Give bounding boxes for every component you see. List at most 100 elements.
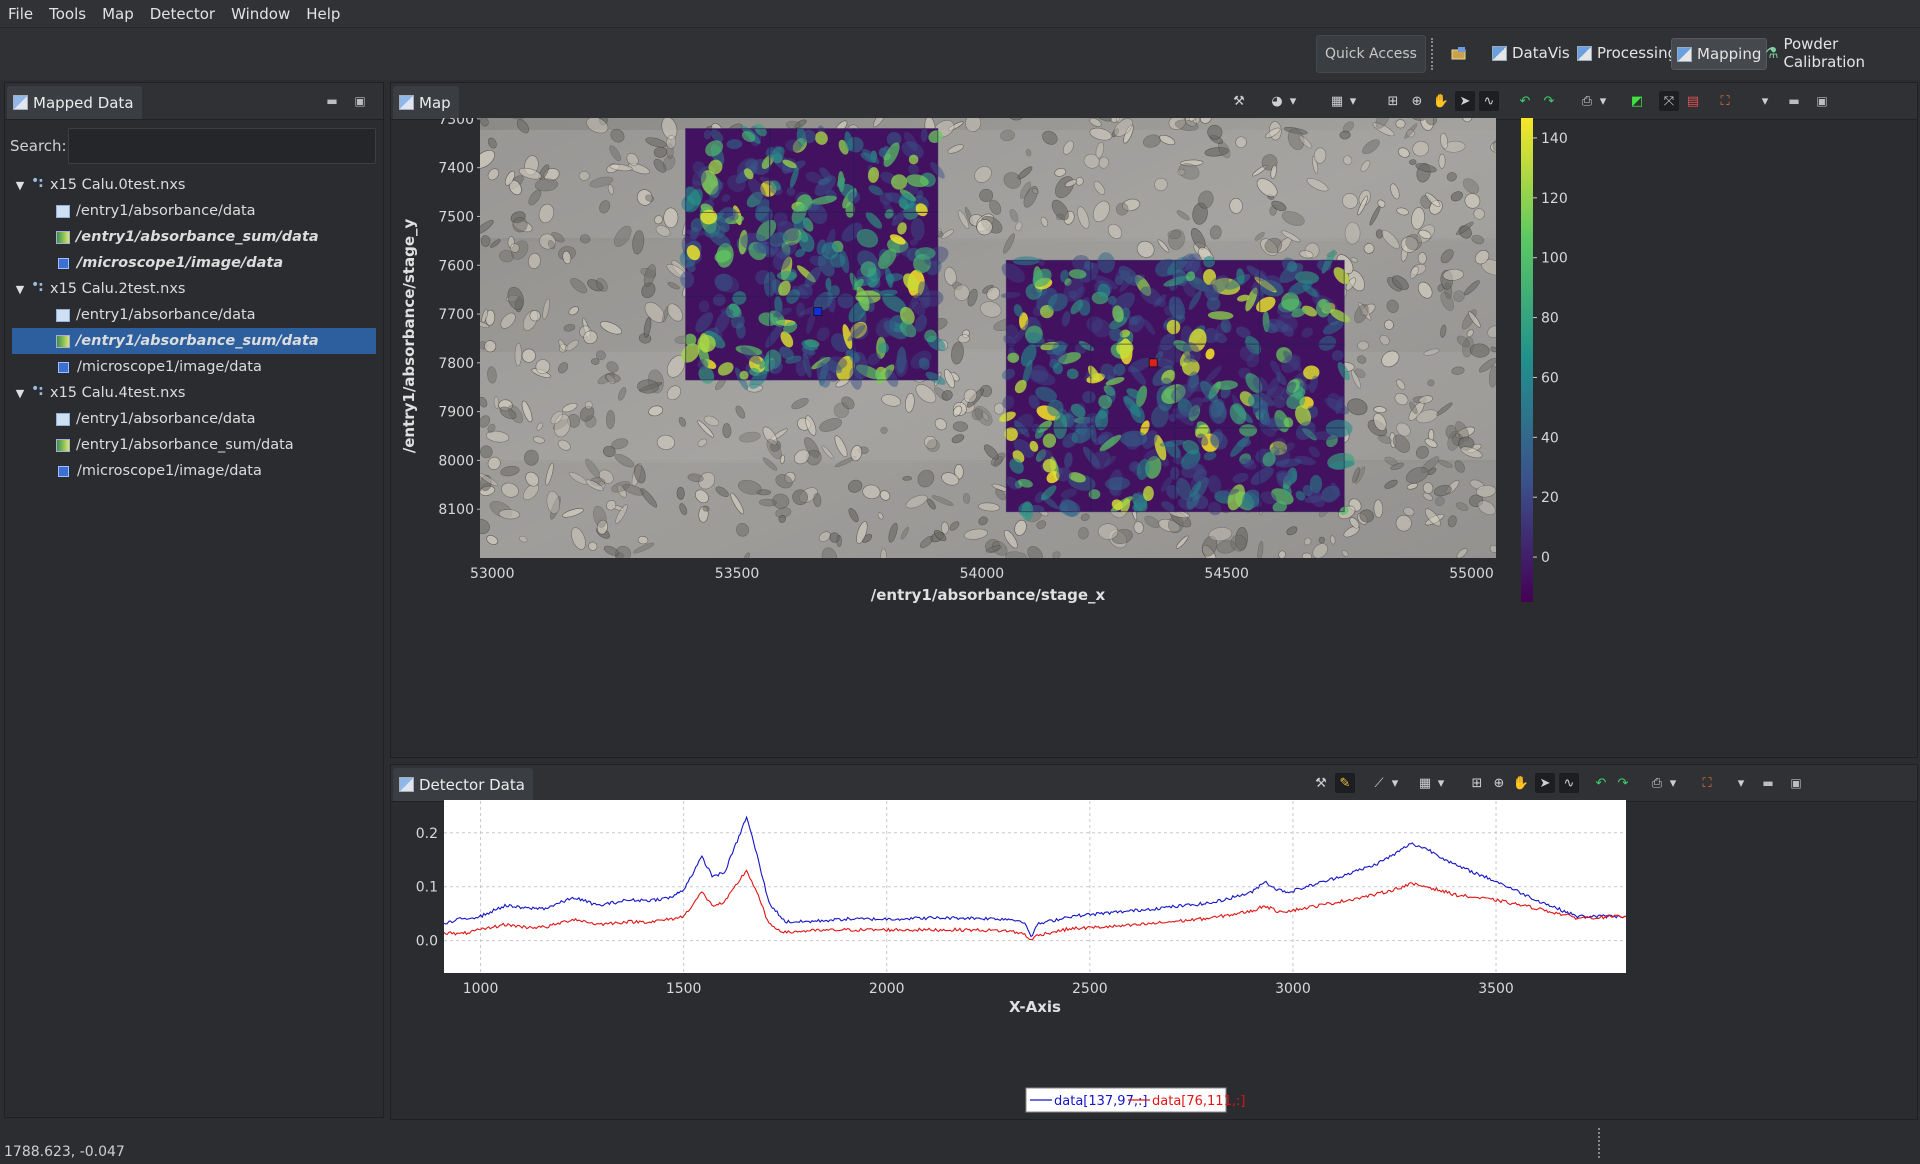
pointer-icon[interactable]: ➤ <box>1535 773 1555 793</box>
map-dataset-icon <box>56 438 70 452</box>
flask-icon: ⚗ <box>1765 44 1779 62</box>
chevron-down-icon[interactable]: ▾ <box>1431 773 1451 793</box>
menu-map[interactable]: Map <box>94 5 142 23</box>
pan-hand-icon[interactable]: ✋ <box>1431 91 1451 111</box>
minimize-button[interactable]: ▬ <box>1783 90 1805 112</box>
chevron-down-icon[interactable]: ▾ <box>1283 91 1303 111</box>
perspective-datavis[interactable]: DataVis <box>1487 38 1575 68</box>
tree-dataset-node[interactable]: /entry1/absorbance/data <box>12 302 376 328</box>
undo-icon[interactable]: ↶ <box>1515 91 1535 111</box>
expand-arrow-icon[interactable]: ▼ <box>12 283 28 296</box>
tree-file-node[interactable]: ▼ x15 Calu.4test.nxs <box>12 380 376 406</box>
tree-file-node[interactable]: ▼ x15 Calu.2test.nxs <box>12 276 376 302</box>
tab-map[interactable]: Map <box>393 86 459 119</box>
menu-detector[interactable]: Detector <box>142 5 223 23</box>
undo-icon[interactable]: ↶ <box>1591 773 1611 793</box>
detector-plot[interactable]: 1000 1500 2000 2500 3000 3500 0.0 0.1 0.2 X-Axis d… <box>390 800 1918 1120</box>
dataset-path: /entry1/absorbance_sum/data <box>76 333 319 349</box>
cell-texture <box>578 170 590 181</box>
perspective-powder-calibration[interactable]: ⚗ Powder Calibration <box>1760 35 1920 71</box>
tree-dataset-node[interactable]: /entry1/absorbance_sum/data <box>12 432 376 458</box>
expand-arrow-icon[interactable]: ▼ <box>12 179 28 192</box>
cell-texture <box>1438 153 1446 169</box>
fit-icon[interactable]: ⤧ <box>1659 91 1679 111</box>
pointer-icon[interactable]: ➤ <box>1455 91 1475 111</box>
perspective-processing[interactable]: Processing <box>1572 38 1682 68</box>
maximize-button[interactable]: ▣ <box>1811 90 1833 112</box>
perspective-label: DataVis <box>1512 44 1570 62</box>
colorbar-tick-label: 60 <box>1541 370 1559 386</box>
colorbar-tick-label: 140 <box>1541 131 1568 147</box>
tools-icon[interactable]: ⚒ <box>1311 773 1331 793</box>
dataset-path: /microscope1/image/data <box>77 255 284 271</box>
map-y-axis-label: /entry1/absorbance/stage_y <box>400 218 418 453</box>
clear-icon[interactable]: ⛶ <box>1715 91 1735 111</box>
dataset-path: /entry1/absorbance/data <box>76 307 256 323</box>
quick-access-field[interactable]: Quick Access <box>1316 35 1426 73</box>
tree-dataset-node[interactable]: /entry1/absorbance_sum/data <box>12 328 376 354</box>
cell-texture <box>1417 252 1427 265</box>
tree-dataset-node[interactable]: /microscope1/image/data <box>12 250 376 276</box>
colorbar-tick-label: 40 <box>1541 430 1559 446</box>
tree-dataset-node[interactable]: /entry1/absorbance_sum/data <box>12 224 376 250</box>
menu-tools[interactable]: Tools <box>41 5 94 23</box>
cell-texture <box>880 426 888 434</box>
clear-icon[interactable]: ⛶ <box>1697 773 1717 793</box>
minimize-button[interactable]: ▬ <box>1757 772 1779 794</box>
curve-select-icon[interactable]: ∿ <box>1479 91 1499 111</box>
tree-dataset-node[interactable]: /entry1/absorbance/data <box>12 198 376 224</box>
view-menu-icon[interactable]: ▾ <box>1755 91 1775 111</box>
heatmap-overlay <box>999 249 1355 522</box>
open-perspective-button[interactable] <box>1446 38 1472 68</box>
y-tick-label: 7400 <box>438 161 474 177</box>
nexus-file-icon <box>31 277 45 295</box>
menu-window[interactable]: Window <box>223 5 298 23</box>
status-separator <box>1598 1128 1600 1158</box>
axis-icon[interactable]: ⊞ <box>1467 773 1487 793</box>
tools-icon[interactable]: ⚒ <box>1229 91 1249 111</box>
pan-hand-icon[interactable]: ✋ <box>1511 773 1531 793</box>
x-tick-label: 2000 <box>869 981 905 997</box>
x-tick-label: 2500 <box>1072 981 1108 997</box>
maximize-button[interactable]: ▣ <box>349 90 371 112</box>
tree-file-node[interactable]: ▼ x15 Calu.0test.nxs <box>12 172 376 198</box>
curve-select-icon[interactable]: ∿ <box>1559 773 1579 793</box>
layers-icon[interactable]: ◩ <box>1627 91 1647 111</box>
minimize-button[interactable]: ▬ <box>321 90 343 112</box>
perspective-mapping[interactable]: Mapping <box>1671 38 1768 70</box>
export-icon[interactable]: ▤ <box>1683 91 1703 111</box>
selected-point-marker[interactable] <box>1148 358 1158 368</box>
tree-dataset-node[interactable]: /microscope1/image/data <box>12 354 376 380</box>
pencil-icon[interactable]: ✎ <box>1335 773 1355 793</box>
tree-dataset-node[interactable]: /entry1/absorbance/data <box>12 406 376 432</box>
y-tick-label: 0.0 <box>416 934 438 950</box>
menu-file[interactable]: File <box>0 5 41 23</box>
maximize-button[interactable]: ▣ <box>1785 772 1807 794</box>
chevron-down-icon[interactable]: ▾ <box>1385 773 1405 793</box>
search-input[interactable] <box>68 128 376 164</box>
expand-arrow-icon[interactable]: ▼ <box>12 387 28 400</box>
y-tick-label: 7700 <box>438 307 474 323</box>
chevron-down-icon[interactable]: ▾ <box>1663 773 1683 793</box>
redo-icon[interactable]: ↷ <box>1613 773 1633 793</box>
view-menu-icon[interactable]: ▾ <box>1731 773 1751 793</box>
tab-detector-data[interactable]: Detector Data <box>393 768 533 801</box>
legend: data[137,97,:] data[76,111,:] <box>1025 1087 1245 1113</box>
map-plot[interactable]: 53000 53500 54000 54500 55000 7300 7400 7500 760… <box>390 118 1918 758</box>
file-name: x15 Calu.4test.nxs <box>50 385 186 401</box>
cell-texture <box>1357 340 1370 351</box>
zoom-icon[interactable]: ⊕ <box>1489 773 1509 793</box>
chevron-down-icon[interactable]: ▾ <box>1593 91 1613 111</box>
chevron-down-icon[interactable]: ▾ <box>1343 91 1363 111</box>
cell-texture <box>1395 119 1406 129</box>
selected-point-marker[interactable] <box>813 307 823 317</box>
zoom-icon[interactable]: ⊕ <box>1407 91 1427 111</box>
colorbar-tick-label: 100 <box>1541 251 1568 267</box>
menu-help[interactable]: Help <box>298 5 348 23</box>
perspective-label: Mapping <box>1697 45 1762 63</box>
axis-icon[interactable]: ⊞ <box>1383 91 1403 111</box>
redo-icon[interactable]: ↷ <box>1539 91 1559 111</box>
x-tick-label: 54500 <box>1204 566 1249 582</box>
tab-mapped-data[interactable]: Mapped Data <box>7 86 142 119</box>
tree-dataset-node[interactable]: /microscope1/image/data <box>12 458 376 484</box>
